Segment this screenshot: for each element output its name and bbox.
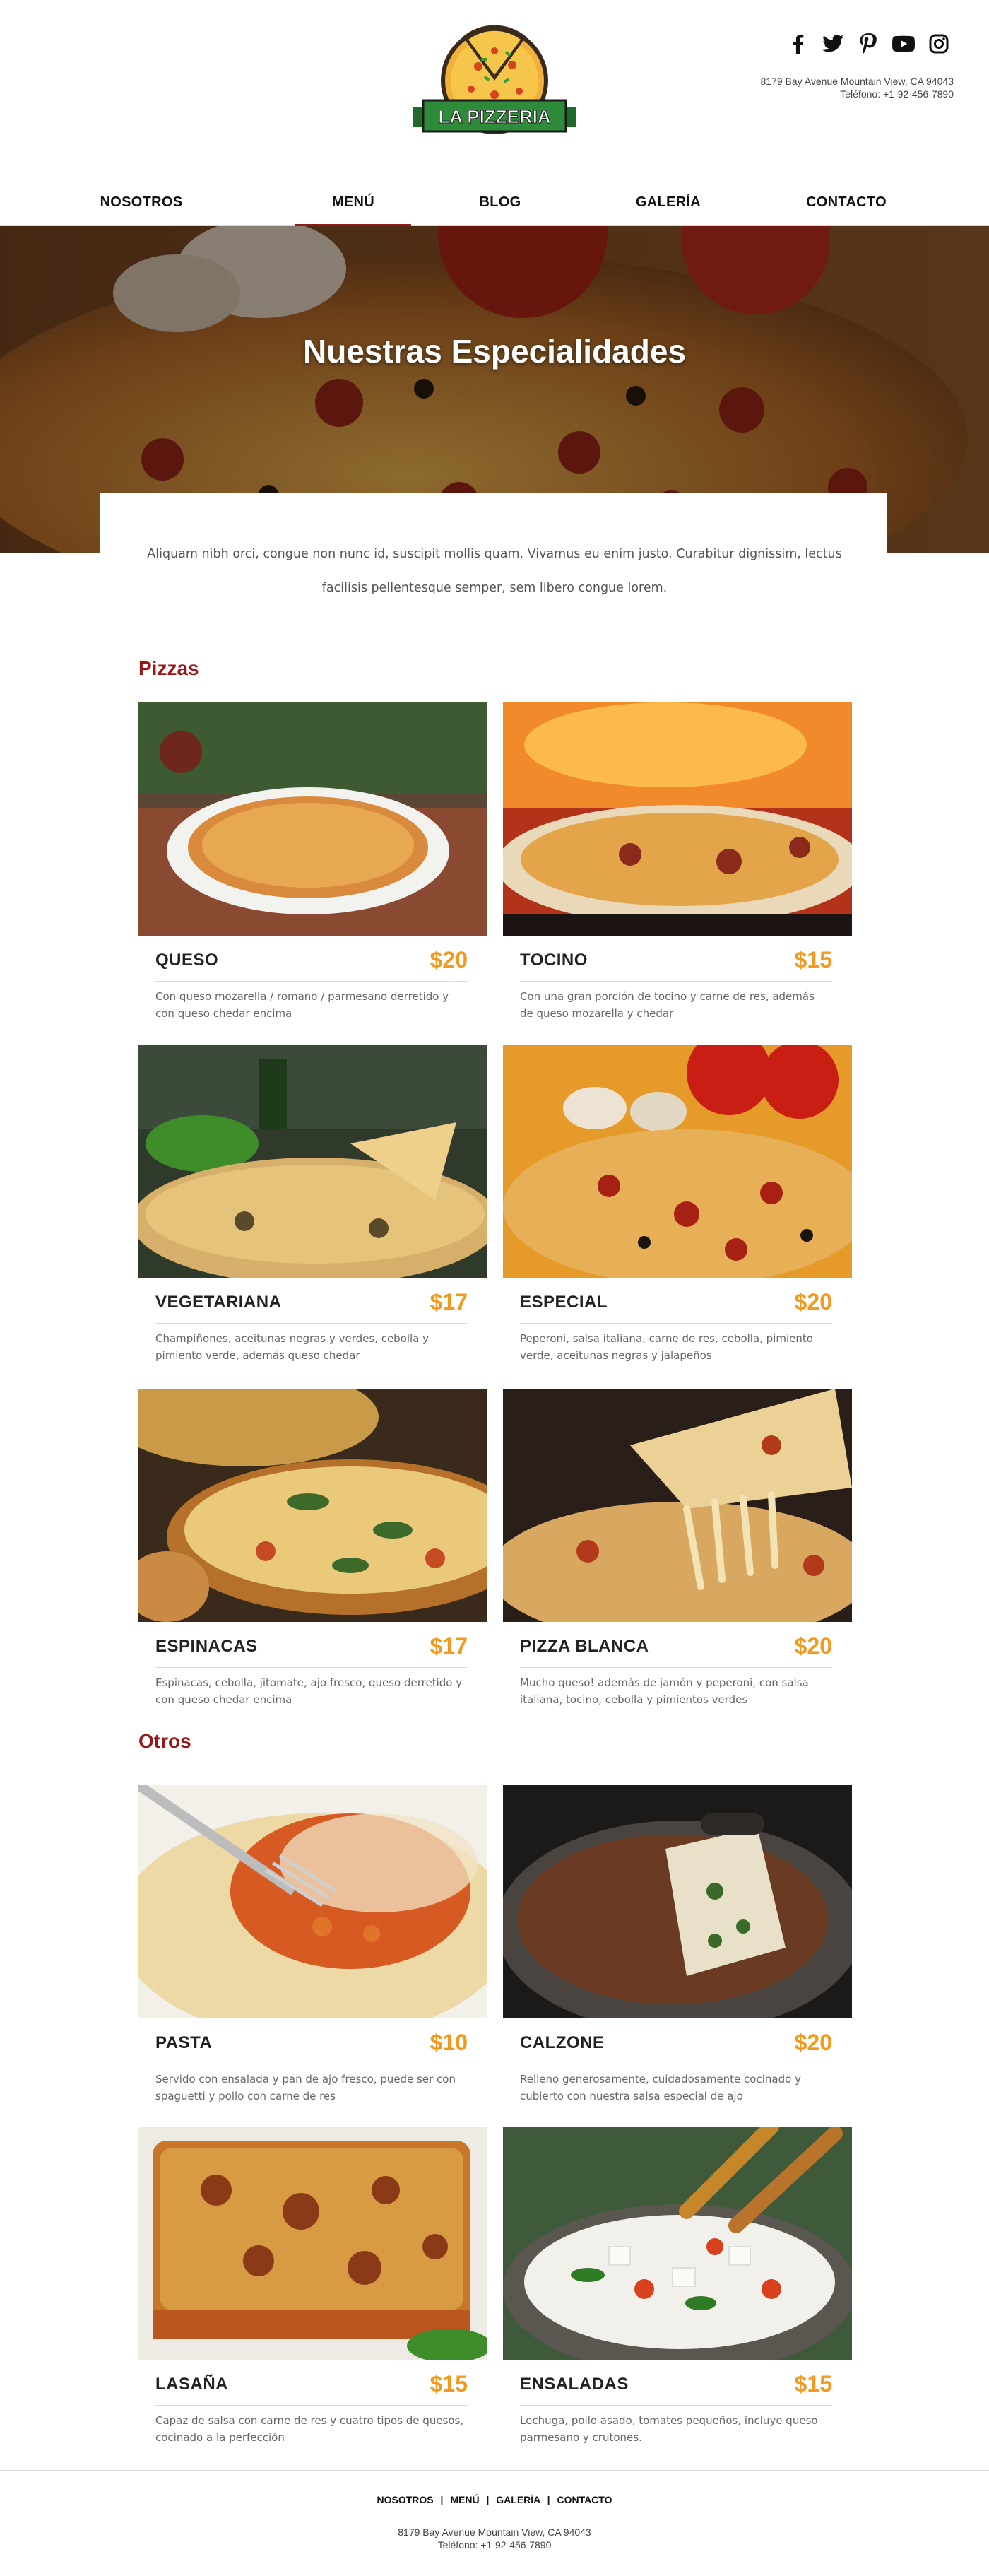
footer-link-menu[interactable]: MENÚ <box>450 2494 479 2505</box>
item-price: $20 <box>794 2030 832 2055</box>
site-header: LA PIZZERIA 8179 Bay Avenue Mountain Vie… <box>0 0 989 177</box>
item-name: PIZZA BLANCA <box>520 1637 649 1656</box>
footer-address: 8179 Bay Avenue Mountain View, CA 94043 … <box>0 2526 989 2551</box>
address-line: 8179 Bay Avenue Mountain View, CA 94043 <box>760 76 954 87</box>
item-description: Relleno generosamente, cuidadosamente co… <box>520 2073 801 2102</box>
pizza-queso-photo <box>138 702 487 936</box>
item-price: $15 <box>430 2371 468 2396</box>
item-description: Espinacas, cebolla, jitomate, ajo fresco… <box>155 1676 463 1706</box>
divider <box>520 981 832 982</box>
instagram-icon[interactable] <box>928 33 950 55</box>
footer-nav: NOSOTROS | MENÚ | GALERÍA | CONTACTO <box>0 2494 989 2505</box>
item-description: Capaz de salsa con carne de res y cuatro… <box>155 2414 464 2444</box>
menu-card[interactable]: TOCINO $15 Con una gran porción de tocin… <box>503 702 852 1035</box>
item-description: Champiñones, aceitunas negras y verdes, … <box>155 1332 430 1362</box>
divider <box>155 981 468 982</box>
item-price: $20 <box>430 947 468 972</box>
item-name: CALZONE <box>520 2033 605 2052</box>
twitter-icon[interactable] <box>822 33 844 55</box>
item-name: QUESO <box>155 951 219 970</box>
divider <box>520 1667 832 1668</box>
nav-item-menu[interactable]: MENÚ <box>295 177 411 228</box>
item-description: Con una gran porción de tocino y carne d… <box>520 990 815 1020</box>
divider <box>155 2405 468 2406</box>
footer-separator: | <box>547 2494 550 2505</box>
pizza-vegetariana-photo <box>138 1045 487 1278</box>
item-name: VEGETARIANA <box>155 1293 282 1312</box>
item-description: Servido con ensalada y pan de ajo fresco… <box>155 2073 456 2102</box>
pizza-espinacas-photo <box>138 1389 487 1622</box>
menu-card[interactable]: CALZONE $20 Relleno generosamente, cuida… <box>503 1785 852 2117</box>
intro-text: Aliquam nibh orci, congue non nunc id, s… <box>147 547 842 595</box>
site-footer: NOSOTROS | MENÚ | GALERÍA | CONTACTO 817… <box>0 2470 989 2576</box>
logo-text: LA PIZZERIA <box>438 106 551 127</box>
pasta-photo <box>138 1785 487 2018</box>
item-name: ENSALADAS <box>520 2375 629 2394</box>
item-name: ESPECIAL <box>520 1293 608 1312</box>
main-nav: NOSOTROS MENÚ BLOG GALERÍA CONTACTO <box>0 177 989 228</box>
menu-card[interactable]: LASAÑA $15 Capaz de salsa con carne de r… <box>138 2127 487 2459</box>
menu-card[interactable]: QUESO $20 Con queso mozarella / romano /… <box>138 702 487 1035</box>
item-price: $20 <box>794 1289 832 1315</box>
pizza-tocino-photo <box>503 702 852 936</box>
pizzeria-logo[interactable]: LA PIZZERIA <box>413 24 576 150</box>
pizza-blanca-photo <box>503 1389 852 1622</box>
lasana-photo <box>138 2127 487 2360</box>
page-title: Nuestras Especialidades <box>302 333 687 370</box>
divider <box>155 1667 468 1668</box>
item-price: $15 <box>794 2371 832 2396</box>
footer-link-galeria[interactable]: GALERÍA <box>496 2494 540 2505</box>
ensalada-photo <box>503 2127 852 2360</box>
youtube-icon[interactable] <box>892 33 915 55</box>
section-title-otros: Otros <box>138 1730 191 1752</box>
item-description: Peperoni, salsa italiana, carne de res, … <box>520 1332 813 1362</box>
item-name: TOCINO <box>520 951 588 970</box>
item-price: $17 <box>430 1289 468 1315</box>
item-price: $15 <box>794 947 832 972</box>
facebook-icon[interactable] <box>786 33 809 55</box>
menu-card[interactable]: PASTA $10 Servido con ensalada y pan de … <box>138 1785 487 2117</box>
menu-card[interactable]: ESPINACAS $17 Espinacas, cebolla, jitoma… <box>138 1389 487 1721</box>
divider <box>520 1323 832 1324</box>
footer-address-line: 8179 Bay Avenue Mountain View, CA 94043 <box>398 2527 591 2538</box>
nav-item-contacto[interactable]: CONTACTO <box>788 177 904 227</box>
item-price: $10 <box>430 2030 468 2055</box>
menu-card[interactable]: VEGETARIANA $17 Champiñones, aceitunas n… <box>138 1045 487 1377</box>
menu-card[interactable]: ESPECIAL $20 Peperoni, salsa italiana, c… <box>503 1045 852 1377</box>
calzone-photo <box>503 1785 852 2018</box>
footer-separator: | <box>486 2494 490 2505</box>
header-address: 8179 Bay Avenue Mountain View, CA 94043 … <box>761 75 954 100</box>
item-description: Con queso mozarella / romano / parmesano… <box>155 990 449 1020</box>
phone-line: Teléfono: +1-92-456-7890 <box>840 88 954 100</box>
item-price: $17 <box>430 1633 468 1659</box>
nav-item-blog[interactable]: BLOG <box>452 177 548 227</box>
nav-item-nosotros[interactable]: NOSOTROS <box>85 177 198 227</box>
item-description: Lechuga, pollo asado, tomates pequeños, … <box>520 2414 818 2444</box>
item-name: LASAÑA <box>155 2375 228 2394</box>
menu-card[interactable]: PIZZA BLANCA $20 Mucho queso! además de … <box>503 1389 852 1721</box>
divider <box>155 1323 468 1324</box>
footer-link-nosotros[interactable]: NOSOTROS <box>377 2494 434 2505</box>
item-price: $20 <box>794 1633 832 1659</box>
menu-card[interactable]: ENSALADAS $15 Lechuga, pollo asado, toma… <box>503 2127 852 2459</box>
footer-link-contacto[interactable]: CONTACTO <box>557 2494 612 2505</box>
item-name: PASTA <box>155 2033 213 2052</box>
footer-separator: | <box>440 2494 444 2505</box>
item-name: ESPINACAS <box>155 1637 258 1656</box>
footer-phone-line: Teléfono: +1-92-456-7890 <box>437 2539 552 2551</box>
pizza-especial-photo <box>503 1045 852 1278</box>
section-title-pizzas: Pizzas <box>138 657 199 679</box>
item-description: Mucho queso! además de jamón y peperoni,… <box>520 1676 809 1706</box>
pinterest-icon[interactable] <box>857 33 880 55</box>
social-links <box>786 33 950 55</box>
divider <box>520 2405 832 2406</box>
nav-item-galeria[interactable]: GALERÍA <box>613 177 723 227</box>
